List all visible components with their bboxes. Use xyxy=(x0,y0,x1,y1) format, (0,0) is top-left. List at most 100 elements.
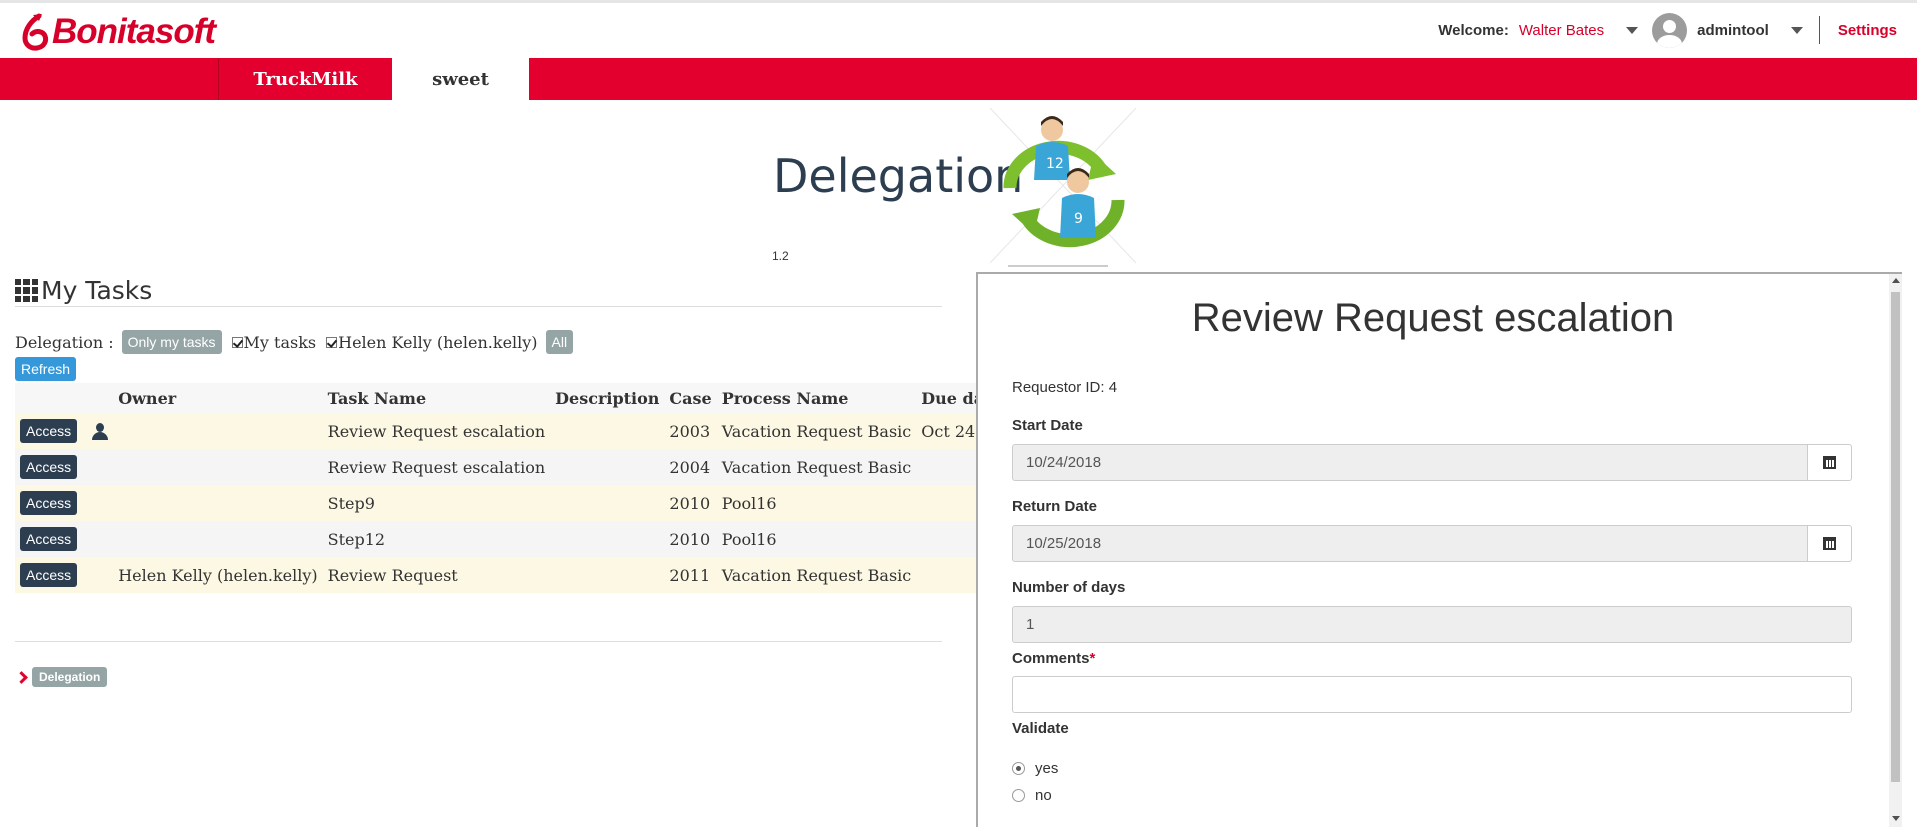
task-form-panel: Review Request escalation Requestor ID: … xyxy=(976,272,1902,827)
owner-cell xyxy=(113,449,323,485)
only-my-tasks-button[interactable]: Only my tasks xyxy=(121,330,222,354)
validate-label: Validate xyxy=(1012,720,1069,737)
return-date-field[interactable]: 10/25/2018 xyxy=(1012,525,1808,562)
case-cell: 2003 xyxy=(664,413,717,449)
bonitasoft-logo[interactable]: Bonitasoft xyxy=(20,12,216,52)
access-button[interactable]: Access xyxy=(20,419,78,443)
process-name-cell: Pool16 xyxy=(716,521,917,557)
comments-label: Comments* xyxy=(1012,650,1096,667)
start-date-label: Start Date xyxy=(1012,417,1083,434)
task-name-cell: Review Request xyxy=(322,557,551,593)
form-scrollbar[interactable] xyxy=(1889,274,1902,827)
assigned-user-icon xyxy=(92,422,109,441)
description-cell xyxy=(550,449,665,485)
case-cell: 2004 xyxy=(664,449,717,485)
my-tasks-checkbox[interactable] xyxy=(231,336,243,348)
column-header-description[interactable]: Description xyxy=(550,383,665,413)
calendar-icon xyxy=(1823,456,1836,469)
radio-selected-icon[interactable] xyxy=(1012,762,1025,775)
radio-yes-label: yes xyxy=(1035,760,1059,777)
task-name-cell: Step12 xyxy=(322,521,551,557)
task-name-cell: Step9 xyxy=(322,485,551,521)
validate-yes-radio[interactable]: yes xyxy=(1012,760,1058,777)
breadcrumb-delegation[interactable]: Delegation xyxy=(32,667,108,687)
requestor-id-text: Requestor ID: 4 xyxy=(1012,379,1118,396)
divider xyxy=(15,641,942,642)
all-button[interactable]: All xyxy=(545,330,574,354)
column-header-process-name[interactable]: Process Name xyxy=(716,383,917,413)
validate-no-radio[interactable]: no xyxy=(1012,787,1052,804)
table-row[interactable]: Access Review Request escalation 2004 Va… xyxy=(15,449,1032,485)
table-row[interactable]: Access Step12 2010 Pool16 xyxy=(15,521,1032,557)
process-name-cell: Vacation Request Basic xyxy=(716,449,917,485)
task-name-cell: Review Request escalation xyxy=(322,449,551,485)
required-marker: * xyxy=(1089,650,1096,667)
radio-unselected-icon[interactable] xyxy=(1012,789,1025,802)
tab-truckmilk[interactable]: TruckMilk xyxy=(218,58,392,100)
delegation-filter: Delegation : Only my tasks My tasks Hele… xyxy=(15,330,574,354)
owner-cell: Helen Kelly (helen.kelly) xyxy=(113,557,323,593)
delegation-label: Delegation : xyxy=(15,332,114,352)
user-menu-caret-icon[interactable] xyxy=(1626,26,1639,34)
user-name-link[interactable]: Walter Bates xyxy=(1519,22,1604,39)
return-date-calendar-button[interactable] xyxy=(1808,525,1852,562)
description-cell xyxy=(550,413,665,449)
radio-no-label: no xyxy=(1035,787,1052,804)
description-cell xyxy=(550,521,665,557)
scroll-thumb[interactable] xyxy=(1891,292,1900,782)
settings-link[interactable]: Settings xyxy=(1838,22,1897,39)
my-tasks-checkbox-label: My tasks xyxy=(243,332,317,352)
access-button[interactable]: Access xyxy=(20,563,78,587)
helen-kelly-checkbox[interactable] xyxy=(326,336,338,348)
breadcrumb[interactable]: Delegation xyxy=(15,667,108,687)
my-tasks-heading: My Tasks xyxy=(15,276,152,305)
table-row[interactable]: Access Review Request escalation 2003 Va… xyxy=(15,413,1032,449)
column-header-owner[interactable]: Owner xyxy=(113,383,323,413)
table-header-row: Owner Task Name Description Case Process… xyxy=(15,383,1032,413)
chevron-right-icon xyxy=(15,670,28,684)
process-name-cell: Vacation Request Basic xyxy=(716,557,917,593)
svg-text:12: 12 xyxy=(1046,156,1064,172)
owner-cell xyxy=(113,521,323,557)
description-cell xyxy=(550,557,665,593)
table-row[interactable]: Access Helen Kelly (helen.kelly) Review … xyxy=(15,557,1032,593)
process-name-cell: Vacation Request Basic xyxy=(716,413,917,449)
tasks-table: Owner Task Name Description Case Process… xyxy=(15,383,1032,593)
column-header-task-name[interactable]: Task Name xyxy=(322,383,551,413)
form-title: Review Request escalation xyxy=(1191,296,1675,340)
app-tabs-bar: TruckMilk sweet xyxy=(0,58,1917,101)
scroll-down-icon[interactable] xyxy=(1892,816,1900,821)
refresh-button[interactable]: Refresh xyxy=(15,357,77,381)
process-name-cell: Pool16 xyxy=(716,485,917,521)
access-button[interactable]: Access xyxy=(20,491,78,515)
header-divider xyxy=(1818,16,1820,44)
scroll-up-icon[interactable] xyxy=(1892,278,1900,283)
delegation-illustration: 12 9 xyxy=(989,107,1137,272)
column-header-case[interactable]: Case xyxy=(664,383,717,413)
my-tasks-title: My Tasks xyxy=(41,276,153,305)
access-button[interactable]: Access xyxy=(20,455,78,479)
admin-menu-caret-icon[interactable] xyxy=(1790,26,1803,34)
access-button[interactable]: Access xyxy=(20,527,78,551)
case-cell: 2010 xyxy=(664,485,717,521)
comments-input[interactable] xyxy=(1012,676,1852,713)
description-cell xyxy=(550,485,665,521)
table-row[interactable]: Access Step9 2010 Pool16 xyxy=(15,485,1032,521)
divider xyxy=(15,306,942,307)
welcome-label: Welcome: xyxy=(1438,21,1509,39)
grid-icon xyxy=(15,279,38,302)
start-date-calendar-button[interactable] xyxy=(1808,444,1852,481)
column-header-action xyxy=(15,383,114,413)
start-date-field[interactable]: 10/24/2018 xyxy=(1012,444,1808,481)
number-of-days-field[interactable]: 1 xyxy=(1012,606,1852,643)
avatar-icon[interactable] xyxy=(1652,12,1688,48)
calendar-icon xyxy=(1823,537,1836,550)
admin-name[interactable]: admintool xyxy=(1697,22,1769,39)
task-name-cell: Review Request escalation xyxy=(322,413,551,449)
version-label: 1.2 xyxy=(772,249,789,263)
tab-sweet[interactable]: sweet xyxy=(392,58,529,101)
owner-cell xyxy=(113,485,323,521)
helen-kelly-checkbox-label: Helen Kelly (helen.kelly) xyxy=(338,332,538,352)
number-of-days-label: Number of days xyxy=(1012,579,1126,596)
app-header: Bonitasoft Welcome: Walter Bates adminto… xyxy=(0,3,1917,58)
